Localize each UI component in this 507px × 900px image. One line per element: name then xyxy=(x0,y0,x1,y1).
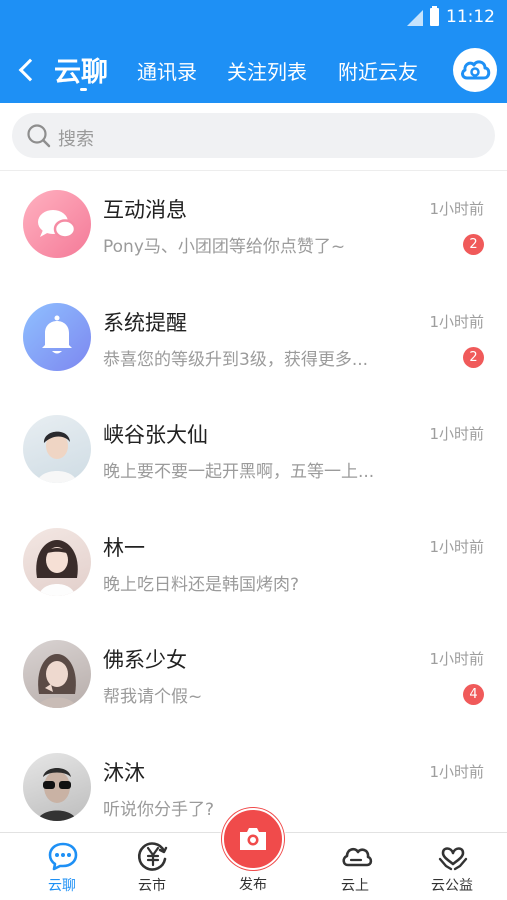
avatar xyxy=(23,752,91,821)
camera-icon xyxy=(240,828,266,850)
cloud-icon xyxy=(342,847,373,867)
conversation-time: 1小时前 xyxy=(429,762,484,781)
conversation-item[interactable]: 峡谷张大仙 晚上要不要一起开黑啊，五等一上... 1小时前 xyxy=(0,396,507,509)
publish-circle xyxy=(222,808,284,870)
publish-button[interactable] xyxy=(220,806,286,872)
heart-hands-icon xyxy=(438,847,468,871)
search-icon xyxy=(27,124,51,148)
conversation-name: 互动消息 xyxy=(103,198,187,222)
unread-badge: 2 xyxy=(463,346,484,368)
tab-contacts[interactable]: 通讯录 xyxy=(137,56,197,85)
conversation-item[interactable]: 互动消息 Pony马、小团团等给你点赞了~ 1小时前 2 xyxy=(0,171,507,284)
conversation-name: 峡谷张大仙 xyxy=(103,423,208,448)
status-time: 11:12 xyxy=(446,7,495,27)
search-bar[interactable]: 搜索 xyxy=(12,113,495,158)
conversation-message: 听说你分手了? xyxy=(103,799,215,820)
conversation-name: 佛系少女 xyxy=(103,648,187,673)
tab-chat[interactable]: 云聊 xyxy=(27,833,97,900)
conversation-list: 互动消息 Pony马、小团团等给你点赞了~ 1小时前 2 系统提醒 恭喜您的等级… xyxy=(0,171,507,847)
tab-charity[interactable]: 云公益 xyxy=(417,833,487,900)
conversation-item[interactable]: 林一 晚上吃日料还是韩国烤肉? 1小时前 xyxy=(0,509,507,622)
person-photo-icon xyxy=(37,767,77,821)
battery-icon xyxy=(430,6,439,26)
tab-yunliao[interactable]: 云聊 xyxy=(54,50,108,89)
publish-label: 发布 xyxy=(239,877,267,893)
conversation-message: 晚上吃日料还是韩国烤肉? xyxy=(103,574,300,595)
chevron-left-icon[interactable] xyxy=(14,54,44,86)
conversation-time: 1小时前 xyxy=(429,200,484,218)
interaction-avatar xyxy=(23,190,91,258)
yuan-icon xyxy=(137,842,168,871)
conversation-message: Pony马、小团团等给你点赞了~ xyxy=(103,237,346,257)
avatar xyxy=(23,527,91,596)
tab-following[interactable]: 关注列表 xyxy=(227,56,307,85)
person-photo-icon xyxy=(36,539,78,596)
app-header: 11:12 云聊 通讯录 关注列表 附近云友 xyxy=(0,0,507,103)
status-bar: 11:12 xyxy=(0,0,507,36)
conversation-name: 系统提醒 xyxy=(103,310,187,335)
tab-label: 云公益 xyxy=(431,878,473,894)
tab-label: 云市 xyxy=(138,878,166,894)
avatar xyxy=(23,640,91,709)
chat-icon xyxy=(48,842,78,871)
tab-cloud[interactable]: 云上 xyxy=(320,833,390,900)
top-nav: 云聊 通讯录 关注列表 附近云友 xyxy=(0,44,507,96)
conversation-name: 沐沐 xyxy=(103,760,145,785)
cloud-button[interactable] xyxy=(453,48,497,92)
active-tab-indicator xyxy=(80,88,87,91)
search-placeholder: 搜索 xyxy=(58,129,94,150)
conversation-time: 1小时前 xyxy=(429,312,484,331)
tab-label: 云上 xyxy=(341,878,369,894)
unread-badge: 4 xyxy=(463,684,484,706)
conversation-message: 晚上要不要一起开黑啊，五等一上... xyxy=(103,462,375,483)
conversation-message: 恭喜您的等级升到3级，获得更多... xyxy=(103,349,369,370)
bell-icon xyxy=(42,315,72,354)
unread-badge: 2 xyxy=(463,234,484,255)
tab-market[interactable]: 云市 xyxy=(117,833,187,900)
conversation-item[interactable]: 佛系少女 帮我请个假~ 1小时前 4 xyxy=(0,621,507,734)
cloud-icon xyxy=(461,60,491,80)
conversation-time: 1小时前 xyxy=(429,537,484,556)
person-photo-icon xyxy=(37,431,77,484)
avatar xyxy=(23,415,91,484)
conversation-item[interactable]: 系统提醒 恭喜您的等级升到3级，获得更多... 1小时前 2 xyxy=(0,284,507,397)
system-avatar xyxy=(23,302,91,371)
conversation-time: 1小时前 xyxy=(429,425,484,444)
chat-bubbles-icon xyxy=(38,210,77,239)
conversation-name: 林一 xyxy=(103,535,145,560)
signal-icon xyxy=(407,10,423,26)
tab-label: 云聊 xyxy=(48,878,76,894)
conversation-message: 帮我请个假~ xyxy=(103,687,203,708)
tab-nearby[interactable]: 附近云友 xyxy=(338,56,418,85)
conversation-time: 1小时前 xyxy=(429,650,484,669)
person-photo-icon xyxy=(37,654,77,709)
